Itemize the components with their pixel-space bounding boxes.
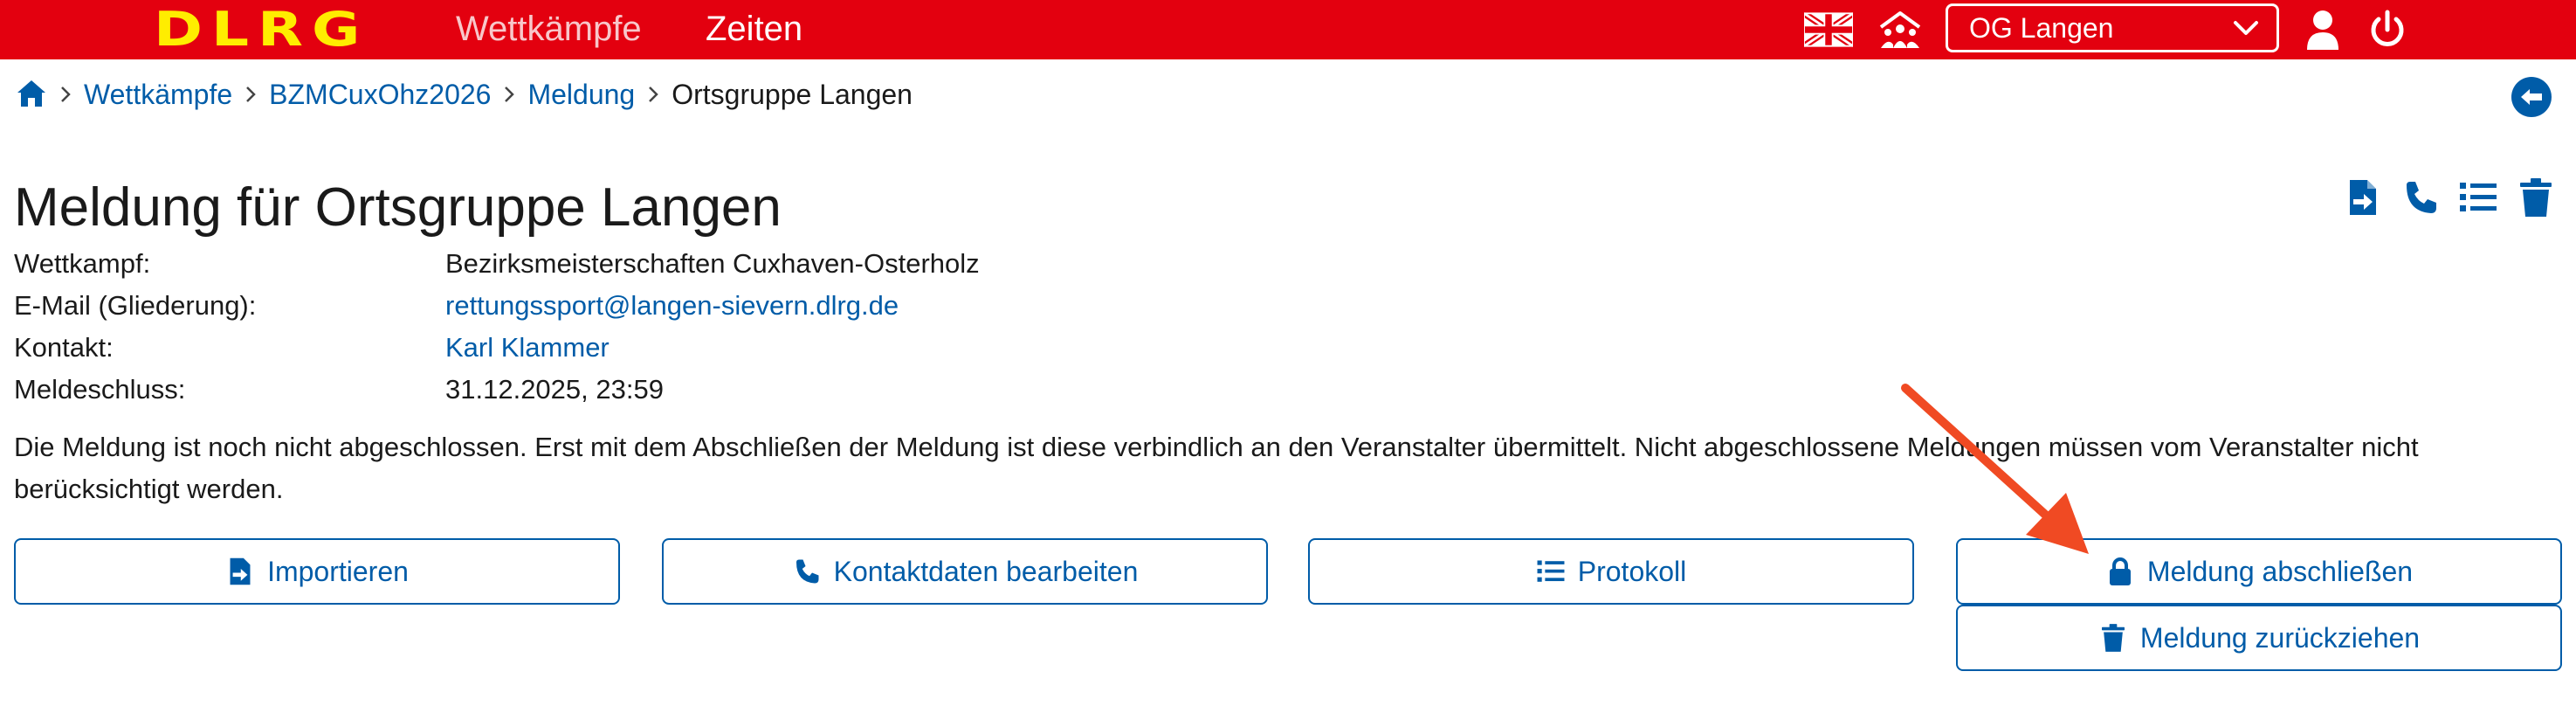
power-icon[interactable] [2363,5,2412,54]
info-label: Wettkampf: [14,248,151,279]
org-select-value: OG Langen [1969,12,2114,44]
file-import-icon[interactable] [2340,175,2386,220]
user-icon[interactable] [2298,5,2347,54]
chevron-down-icon [2234,21,2258,35]
info-label: E-Mail (Gliederung): [14,290,257,321]
chevron-right-icon [232,85,269,104]
edit-contact-button[interactable]: Kontaktdaten bearbeiten [662,538,1268,605]
info-label: Meldeschluss: [14,374,186,405]
list-icon[interactable] [2455,175,2501,220]
close-registration-button-label: Meldung abschließen [2146,555,2414,587]
back-arrow-icon[interactable] [2511,77,2552,117]
notice-text: Die Meldung ist noch nicht abgeschlossen… [14,432,2419,504]
protocol-button[interactable]: Protokoll [1308,538,1914,605]
chevron-right-icon [47,85,84,104]
phone-icon[interactable] [2398,175,2443,220]
phone-icon [792,556,822,587]
dlrg-logo[interactable]: DLRG [154,5,368,54]
annotation-arrow-icon [1901,384,2089,554]
uk-flag-icon[interactable] [1804,5,1853,54]
top-navbar: DLRG Wettkämpfe Zeiten OG Langen [0,0,2576,59]
nav-wettkaempfe[interactable]: Wettkämpfe [456,7,642,51]
breadcrumb-current: Ortsgruppe Langen [672,79,913,110]
team-icon[interactable] [1876,5,1925,54]
chevron-right-icon [635,85,672,104]
info-value: Bezirksmeisterschaften Cuxhaven-Osterhol… [445,248,980,279]
withdraw-registration-button[interactable]: Meldung zurückziehen [1956,605,2562,671]
breadcrumb-competition[interactable]: BZMCuxOhz2026 [269,75,491,114]
breadcrumb: Wettkämpfe BZMCuxOhz2026 Meldung Ortsgru… [16,75,913,114]
edit-contact-button-label: Kontaktdaten bearbeiten [833,555,1139,587]
email-link[interactable]: rettungssport@langen-sievern.dlrg.de [445,287,899,325]
nav-zeiten[interactable]: Zeiten [706,7,802,51]
info-label: Kontakt: [14,332,114,363]
import-button-label: Importieren [267,555,409,587]
list-icon [1536,556,1566,587]
home-icon[interactable] [16,79,47,110]
trash-icon[interactable] [2513,175,2559,220]
breadcrumb-wettkaempfe[interactable]: Wettkämpfe [84,75,232,114]
lock-icon [2105,556,2135,587]
chevron-right-icon [491,85,527,104]
org-select[interactable]: OG Langen [1946,3,2279,52]
protocol-button-label: Protokoll [1577,555,1687,587]
action-icons [2340,175,2571,220]
trash-icon [2098,622,2128,654]
info-value: 31.12.2025, 23:59 [445,374,664,405]
breadcrumb-meldung[interactable]: Meldung [527,75,635,114]
page-title: Meldung für Ortsgruppe Langen [14,177,782,238]
contact-link[interactable]: Karl Klammer [445,329,610,367]
file-import-icon [225,556,255,587]
import-button[interactable]: Importieren [14,538,620,605]
withdraw-registration-button-label: Meldung zurückziehen [2139,621,2421,654]
